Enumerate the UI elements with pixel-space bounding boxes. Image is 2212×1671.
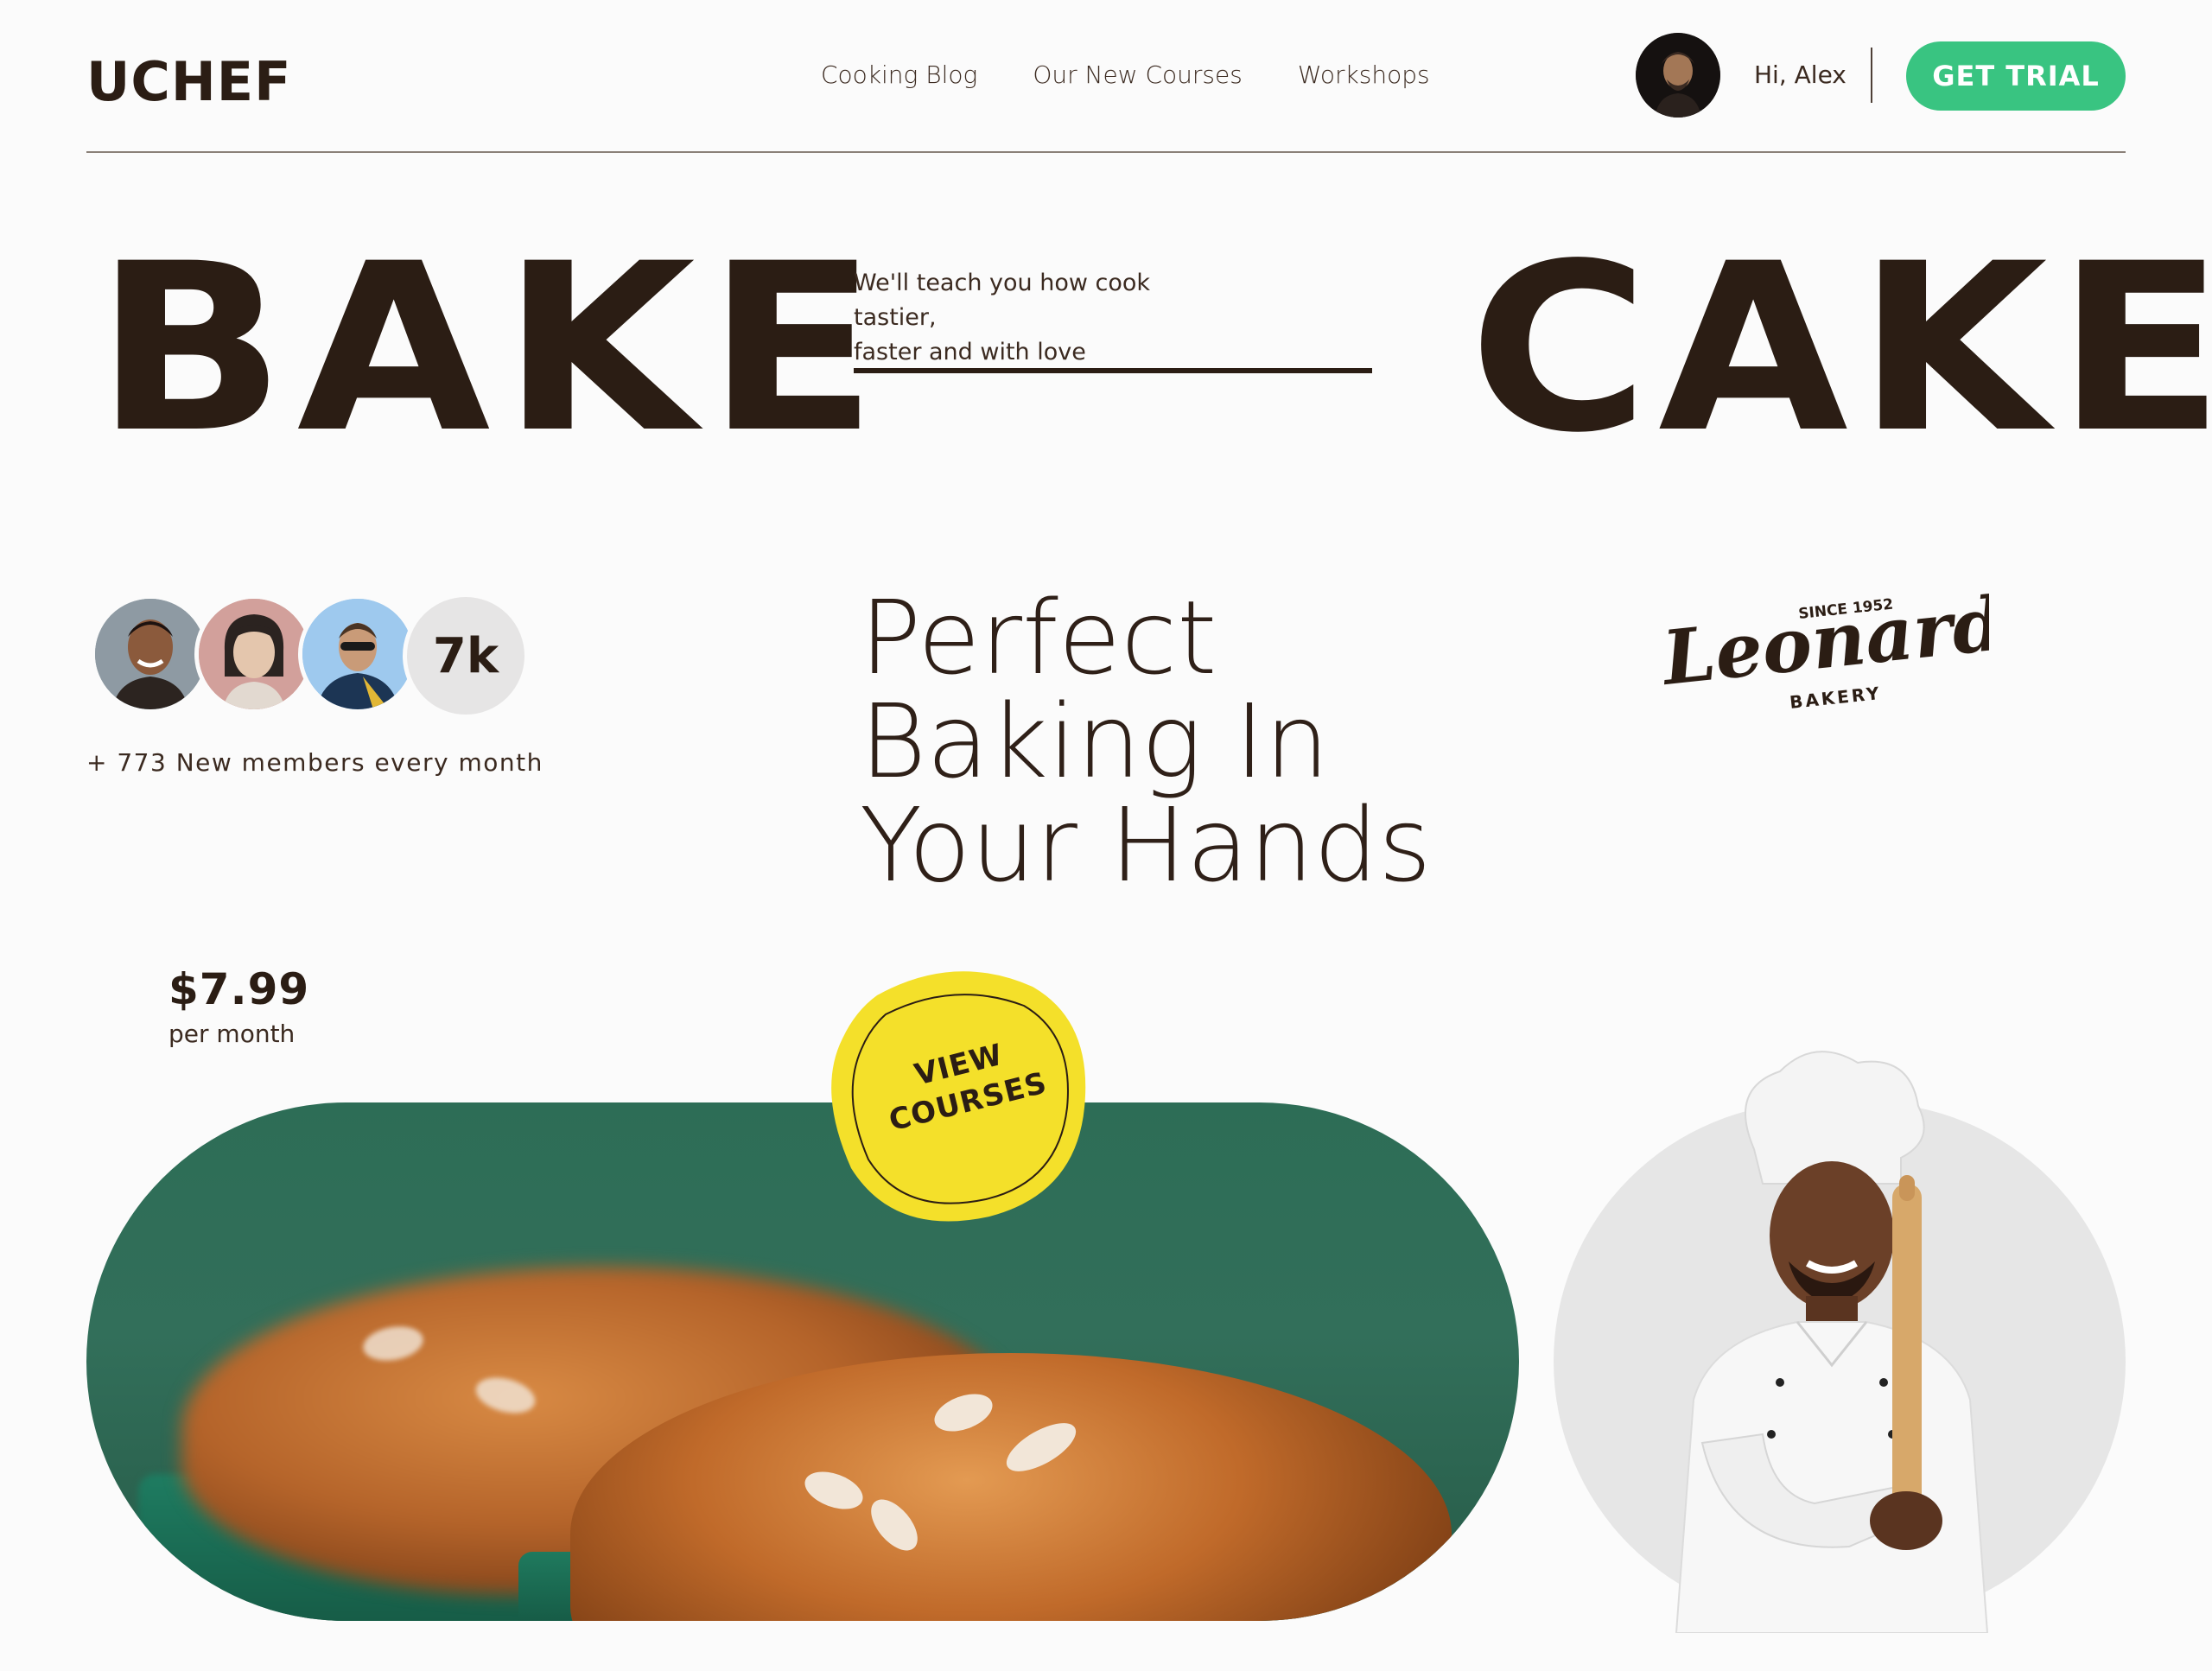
hero-tagline: We'll teach you how cook tastier, faster… [854,266,1234,370]
members-count-badge: 7k [403,593,529,719]
leonards-bakery-logo: SINCE 1952 Leonard's BAKERY [1656,573,2073,713]
nav-workshops[interactable]: Workshops [1298,60,1430,89]
main-headline: Perfect Baking In Your Hands [860,586,1432,897]
nav-cooking-blog[interactable]: Cooking Blog [821,60,977,89]
member-avatar [298,594,417,714]
logo-brand: Leonard's [1661,589,1989,702]
main-nav: Cooking Blog Our New Courses Workshops [821,60,1430,89]
tagline-line-1: We'll teach you how cook tastier, [854,270,1151,331]
chef-with-rolling-pin-image [1624,1037,2039,1634]
nav-new-courses[interactable]: Our New Courses [1033,60,1243,89]
members-growth-text: + 773 New members every month [86,748,543,777]
member-avatar [91,594,210,714]
member-avatar [194,594,314,714]
hero-word-bake: BAKE [95,214,889,484]
hero-divider-line [854,368,1372,373]
headline-line-1: Perfect [860,578,1217,697]
price-period: per month [168,1020,296,1048]
user-greeting[interactable]: Hi, Alex [1754,60,1847,89]
hero-word-cake: CAKE [1469,214,2212,484]
headline-line-2: Baking In [860,682,1330,801]
headline-line-3: Your Hands [860,785,1432,905]
baked-loaves-image [86,1102,1519,1621]
price-amount: $7.99 [168,964,310,1014]
tagline-line-2: faster and with love [854,339,1086,365]
header-rule [86,151,2126,153]
get-trial-button[interactable]: GET TRIAL [1906,41,2126,111]
site-logo[interactable]: UCHEF [86,50,291,113]
header-divider [1871,48,1872,103]
user-avatar[interactable] [1636,33,1720,118]
